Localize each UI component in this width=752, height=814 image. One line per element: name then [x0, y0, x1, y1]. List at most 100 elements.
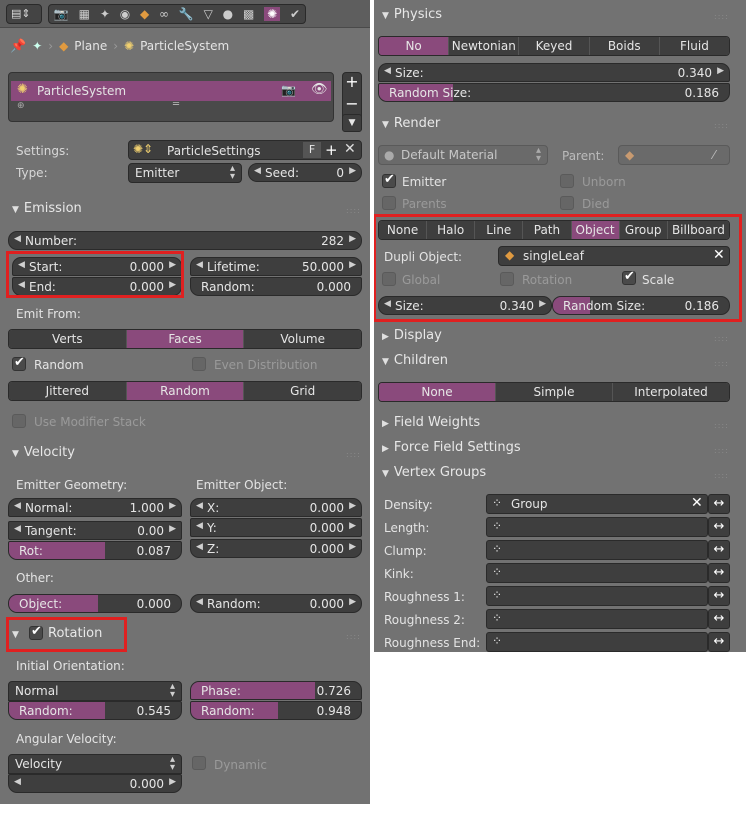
vertex-group-field-kink[interactable]: ⁘	[486, 563, 708, 583]
object-slider[interactable]: Object: 0.000	[8, 594, 182, 613]
decrement-arrow-icon[interactable]: ◀	[196, 542, 203, 552]
children-panel-header[interactable]: ▼ Children	[382, 353, 448, 368]
orientation-dropdown[interactable]: Normal ▴ ▾	[8, 681, 182, 701]
phase-slider[interactable]: Phase: 0.726	[190, 681, 362, 700]
use-modifier-stack-checkbox[interactable]	[12, 414, 26, 428]
physics-boids[interactable]: Boids	[589, 37, 660, 55]
children-none[interactable]: None	[379, 383, 496, 401]
list-grip-icon[interactable]: ═	[173, 99, 179, 110]
texture-icon[interactable]: ▩	[243, 7, 254, 21]
force-field-panel-header[interactable]: ▶ Force Field Settings	[382, 440, 521, 455]
object-icon[interactable]: ◆	[140, 7, 149, 21]
increment-arrow-icon[interactable]: ▶	[349, 234, 356, 244]
panel-grip-icon[interactable]: ::::	[714, 334, 729, 343]
even-distribution-checkbox[interactable]	[192, 357, 206, 371]
emit-from-verts[interactable]: Verts	[9, 330, 127, 348]
physics-no[interactable]: No	[379, 37, 450, 55]
type-dropdown[interactable]: Emitter ▴ ▾	[128, 163, 242, 183]
increment-arrow-icon[interactable]: ▶	[169, 501, 176, 511]
decrement-arrow-icon[interactable]: ◀	[196, 501, 203, 511]
rotation-checkbox[interactable]	[500, 272, 514, 286]
children-simple[interactable]: Simple	[496, 383, 613, 401]
emit-from-faces[interactable]: Faces	[126, 330, 245, 348]
increment-arrow-icon[interactable]: ▶	[539, 299, 546, 309]
data-icon[interactable]: ▽	[204, 7, 213, 21]
decrement-arrow-icon[interactable]: ◀	[14, 501, 21, 511]
tangent-field[interactable]: ◀ Tangent: 0.00 ▶	[8, 521, 182, 540]
panel-grip-icon[interactable]: ::::	[346, 632, 361, 641]
physics-icon[interactable]: ✔	[290, 7, 300, 21]
clear-icon[interactable]: ✕	[691, 495, 703, 511]
panel-grip-icon[interactable]: ::::	[714, 446, 729, 455]
end-field[interactable]: ◀ End: 0.000 ▶	[12, 277, 182, 296]
breadcrumb-object[interactable]: Plane	[74, 39, 107, 53]
panel-grip-icon[interactable]: ::::	[714, 471, 729, 480]
breadcrumb-particle-system[interactable]: ParticleSystem	[140, 39, 229, 53]
decrement-arrow-icon[interactable]: ◀	[196, 260, 203, 270]
invert-toggle-icon[interactable]: ↔	[708, 632, 730, 652]
render-mode-group[interactable]: Group	[619, 221, 668, 239]
velocity-random-field[interactable]: ◀ Random: 0.000 ▶	[190, 594, 362, 613]
rotation-panel-header[interactable]: ▼	[12, 626, 24, 641]
invert-toggle-icon[interactable]: ↔	[708, 586, 730, 606]
start-field[interactable]: ◀ Start: 0.000 ▶	[12, 257, 182, 276]
number-field[interactable]: ◀ Number: 282 ▶	[8, 231, 362, 250]
panel-grip-icon[interactable]: ::::	[346, 206, 361, 215]
children-interpolated[interactable]: Interpolated	[613, 383, 729, 401]
render-random-size-slider[interactable]: Random Size: 0.186	[552, 296, 730, 315]
increment-arrow-icon[interactable]: ▶	[169, 280, 176, 290]
render-mode-billboard[interactable]: Billboard	[667, 221, 729, 239]
invert-toggle-icon[interactable]: ↔	[708, 517, 730, 537]
increment-arrow-icon[interactable]: ▶	[349, 166, 356, 176]
list-menu-button[interactable]: ▼	[342, 114, 362, 132]
scale-checkbox[interactable]: ✔	[622, 269, 636, 285]
panel-grip-icon[interactable]: ::::	[346, 450, 361, 459]
physics-panel-header[interactable]: ▼ Physics	[382, 7, 442, 22]
normal-field[interactable]: ◀ Normal: 1.000 ▶	[8, 498, 182, 517]
close-icon[interactable]: ✕	[344, 141, 356, 157]
seed-field[interactable]: ◀ Seed: 0 ▶	[248, 163, 362, 182]
vertex-groups-panel-header[interactable]: ▼ Vertex Groups	[382, 465, 486, 480]
parents-checkbox[interactable]	[382, 196, 396, 210]
decrement-arrow-icon[interactable]: ◀	[196, 597, 203, 607]
invert-toggle-icon[interactable]: ↔	[708, 494, 730, 514]
clear-icon[interactable]: ✕	[713, 247, 725, 263]
physics-keyed[interactable]: Keyed	[519, 37, 590, 55]
global-checkbox[interactable]	[382, 272, 396, 286]
add-slot-button[interactable]: +	[343, 73, 361, 93]
render-layers-icon[interactable]: ▦	[79, 7, 90, 21]
render-mode-object[interactable]: Object	[571, 221, 620, 239]
increment-arrow-icon[interactable]: ▶	[169, 260, 176, 270]
increment-arrow-icon[interactable]: ▶	[349, 597, 356, 607]
decrement-arrow-icon[interactable]: ◀	[384, 299, 391, 309]
visibility-eye-icon[interactable]: 👁	[311, 82, 328, 97]
decrement-arrow-icon[interactable]: ◀	[14, 777, 21, 787]
vertex-group-field-roughness-1[interactable]: ⁘	[486, 586, 708, 606]
lifetime-random-slider[interactable]: Random: 0.000	[190, 277, 362, 296]
render-mode-path[interactable]: Path	[523, 221, 572, 239]
pin-icon[interactable]: 📌	[10, 39, 26, 54]
decrement-arrow-icon[interactable]: ◀	[18, 280, 25, 290]
rotation-checkbox[interactable]: ✔	[29, 624, 43, 640]
invert-toggle-icon[interactable]: ↔	[708, 563, 730, 583]
vertex-group-field-roughness-2[interactable]: ⁘	[486, 609, 708, 629]
panel-grip-icon[interactable]: ::::	[714, 359, 729, 368]
eyedropper-icon[interactable]: ⁄	[713, 148, 715, 162]
physics-newtonian[interactable]: Newtonian	[449, 37, 520, 55]
scene-icon[interactable]: ✦	[100, 7, 110, 21]
z-field[interactable]: ◀ Z: 0.000 ▶	[190, 539, 362, 558]
random-checkbox[interactable]: ✔	[12, 355, 26, 371]
decrement-arrow-icon[interactable]: ◀	[14, 234, 21, 244]
remove-slot-button[interactable]: −	[343, 95, 361, 115]
editor-type-selector[interactable]: ▤⇕	[6, 4, 42, 24]
particles-tab-icon[interactable]: ✺	[264, 7, 281, 21]
dupli-object-field[interactable]: ◆ singleLeaf ✕	[498, 246, 730, 266]
increment-arrow-icon[interactable]: ▶	[169, 524, 176, 534]
panel-grip-icon[interactable]: ::::	[714, 421, 729, 430]
render-panel-header[interactable]: ▼ Render	[382, 116, 440, 131]
decrement-arrow-icon[interactable]: ◀	[196, 521, 203, 531]
fake-user-button[interactable]: F	[303, 142, 321, 158]
decrement-arrow-icon[interactable]: ◀	[18, 260, 25, 270]
invert-toggle-icon[interactable]: ↔	[708, 609, 730, 629]
distribution-random[interactable]: Random	[126, 382, 245, 400]
